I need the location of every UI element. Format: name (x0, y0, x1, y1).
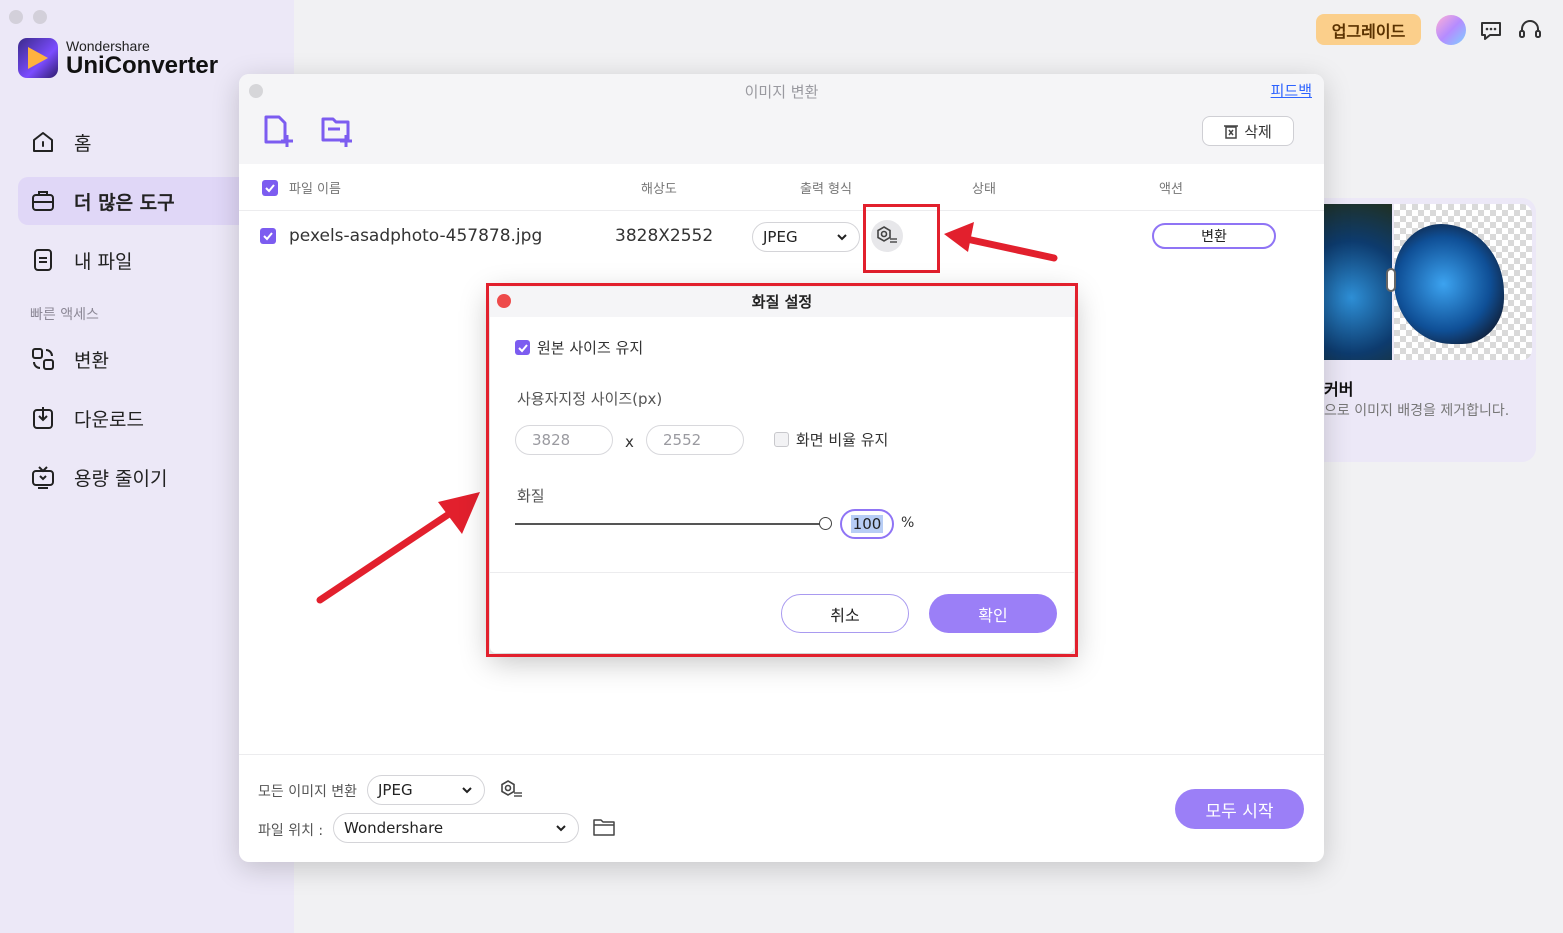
butterfly-wing-graphic (1394, 224, 1504, 344)
row-resolution: 3828X2552 (615, 226, 714, 246)
add-file-icon[interactable] (261, 114, 295, 148)
arrow-to-settings (944, 222, 1058, 262)
chat-icon[interactable] (1478, 17, 1504, 43)
bg-card-title: 커버 (1324, 380, 1354, 399)
chevron-down-icon (556, 824, 566, 831)
column-filename: 파일 이름 (289, 182, 341, 197)
file-location-label: 파일 위치 : (258, 823, 324, 839)
window-title: 이미지 변환 (744, 83, 819, 101)
delete-button[interactable]: 삭제 (1202, 116, 1294, 146)
file-location-select[interactable]: Wondershare (333, 813, 579, 843)
add-folder-icon[interactable] (320, 114, 354, 148)
minimize-window-button[interactable] (33, 10, 47, 24)
sidebar-item-label: 용량 줄이기 (74, 467, 168, 490)
trash-icon (1224, 125, 1239, 139)
headset-icon[interactable] (1517, 17, 1543, 43)
settings-icon[interactable] (498, 778, 524, 802)
sidebar-item-label: 다운로드 (74, 408, 144, 431)
butterfly-image-after (1394, 204, 1532, 360)
check-icon (265, 184, 275, 193)
convert-all-format-select[interactable]: JPEG (367, 775, 485, 805)
highlight-box-settings (863, 204, 940, 273)
sidebar-item-label: 홈 (74, 132, 92, 155)
row-format-value: JPEG (763, 228, 798, 246)
footer-divider (239, 754, 1324, 755)
row-checkbox[interactable] (260, 228, 276, 244)
file-location-value: Wondershare (344, 819, 444, 837)
sidebar-item-label: 변환 (74, 349, 109, 372)
brand: Wondershare UniConverter (18, 38, 218, 78)
home-icon (33, 132, 53, 152)
folder-icon[interactable] (593, 818, 615, 836)
compress-icon (32, 466, 54, 489)
toolbox-icon (32, 191, 54, 211)
bg-card-desc: 으로 이미지 배경을 제거합니다. (1324, 403, 1510, 419)
close-window-button[interactable] (9, 10, 23, 24)
row-filename: pexels-asadphoto-457878.jpg (289, 226, 543, 246)
butterfly-image-before (1324, 204, 1392, 360)
convert-icon (32, 348, 54, 370)
delete-label: 삭제 (1244, 122, 1272, 141)
app-logo (18, 38, 58, 78)
chevron-down-icon (462, 786, 472, 793)
chevron-down-icon (837, 233, 847, 240)
brand-name: UniConverter (66, 51, 219, 79)
compare-handle[interactable] (1386, 268, 1396, 292)
column-resolution: 해상도 (641, 182, 677, 197)
window-titlebar: 이미지 변환 피드백 삭제 (239, 74, 1324, 164)
row-convert-button[interactable]: 변환 (1152, 223, 1276, 249)
feedback-link[interactable]: 피드백 (1271, 80, 1312, 101)
select-all-checkbox[interactable] (262, 180, 278, 196)
file-icon (34, 249, 52, 271)
column-output-format: 출력 형식 (800, 182, 852, 197)
arrow-to-dialog (316, 492, 480, 604)
row-format-select[interactable]: JPEG (752, 222, 860, 252)
column-status: 상태 (972, 182, 996, 197)
check-icon (263, 232, 273, 241)
avatar[interactable] (1436, 15, 1466, 45)
convert-all-format-value: JPEG (378, 781, 413, 799)
sidebar-item-label: 내 파일 (74, 250, 133, 273)
sidebar-item-label: 더 많은 도구 (74, 191, 175, 214)
window-controls (9, 10, 47, 24)
convert-all-label: 모든 이미지 변환 (258, 784, 358, 800)
quick-access-label: 빠른 액세스 (30, 307, 99, 323)
bg-remover-card[interactable]: 커버 으로 이미지 배경을 제거합니다. (1300, 198, 1536, 462)
download-icon (33, 407, 53, 429)
highlight-box-dialog (486, 283, 1078, 657)
header-divider (239, 210, 1324, 211)
upgrade-button[interactable]: 업그레이드 (1316, 14, 1421, 45)
column-action: 액션 (1159, 182, 1183, 197)
start-all-button[interactable]: 모두 시작 (1175, 789, 1304, 829)
